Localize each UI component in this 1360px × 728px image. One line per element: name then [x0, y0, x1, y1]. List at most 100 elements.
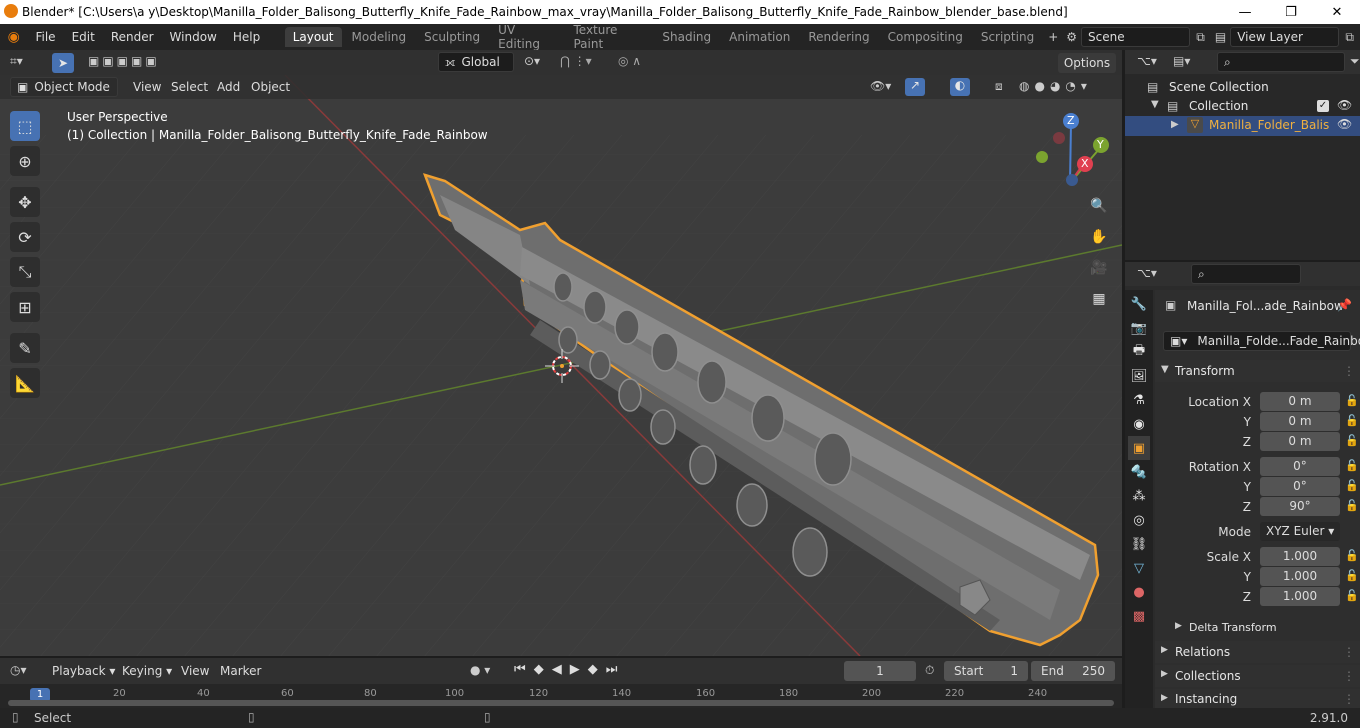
- scale-y-field[interactable]: 1.000: [1260, 567, 1340, 586]
- filter-icon[interactable]: ⏷: [1350, 54, 1360, 69]
- playback-dropdown[interactable]: Playback ▾: [46, 664, 121, 678]
- timeline-ruler[interactable]: 1 20 40 60 80 100 120 140 160 180 200 22…: [0, 684, 1122, 708]
- timeline-view-menu[interactable]: View: [175, 664, 215, 678]
- timeline-editor-icon[interactable]: ◷▾: [10, 663, 27, 677]
- rotate-tool-icon[interactable]: ⟳: [10, 222, 40, 252]
- options-dropdown[interactable]: Options: [1058, 53, 1116, 73]
- menu-file[interactable]: File: [27, 30, 63, 44]
- modifier-tab-icon[interactable]: 🔩: [1128, 460, 1150, 484]
- lock-icon[interactable]: 🔓: [1345, 499, 1359, 512]
- properties-search-input[interactable]: ⌕: [1191, 264, 1301, 284]
- lock-icon[interactable]: 🔓: [1345, 459, 1359, 472]
- constraints-tab-icon[interactable]: ⛓: [1128, 532, 1150, 556]
- pan-hand-icon[interactable]: ✋: [1086, 224, 1112, 250]
- delta-transform-subpanel[interactable]: ▶ Delta Transform: [1155, 618, 1360, 638]
- menu-object[interactable]: Object: [245, 80, 296, 94]
- current-frame-field[interactable]: 1: [844, 661, 916, 681]
- playback-controls-icons[interactable]: ⏮◆◀▶◆⏭: [514, 662, 625, 677]
- location-z-field[interactable]: 0 m: [1260, 432, 1340, 451]
- scene-icon[interactable]: ⚙: [1062, 30, 1081, 44]
- drag-handle-icon[interactable]: ⋮⋮: [1343, 669, 1360, 683]
- lock-icon[interactable]: 🔓: [1345, 479, 1359, 492]
- instancing-panel[interactable]: ▶ Instancing ⋮⋮: [1155, 689, 1360, 708]
- physics-tab-icon[interactable]: ◎: [1128, 508, 1150, 532]
- lock-icon[interactable]: 🔓: [1345, 394, 1359, 407]
- outliner-row-collection[interactable]: ▼ ▤ Collection ✓ 👁: [1125, 97, 1360, 117]
- expand-arrow-icon[interactable]: ▼: [1151, 99, 1159, 110]
- object-tab-icon[interactable]: ▣: [1128, 436, 1150, 460]
- output-tab-icon[interactable]: 🖶: [1128, 340, 1150, 364]
- new-scene-icon[interactable]: ⧉: [1190, 30, 1211, 45]
- scale-x-field[interactable]: 1.000: [1260, 547, 1340, 566]
- visibility-icon[interactable]: 👁▾: [870, 79, 891, 93]
- outliner-search-input[interactable]: ⌕: [1217, 52, 1345, 72]
- tab-compositing[interactable]: Compositing: [880, 27, 971, 47]
- blender-menu-icon[interactable]: ◉: [0, 29, 27, 45]
- transform-orientation-dropdown[interactable]: ⟗ Global: [438, 52, 514, 72]
- tool-tab-icon[interactable]: 🔧: [1128, 292, 1150, 316]
- outliner-row-scene-collection[interactable]: ▤ Scene Collection: [1125, 78, 1360, 98]
- add-workspace-icon[interactable]: +: [1044, 30, 1062, 44]
- drag-handle-icon[interactable]: ⋮⋮: [1343, 645, 1360, 659]
- outliner-editor-icon[interactable]: ⌥▾: [1137, 54, 1157, 68]
- location-y-field[interactable]: 0 m: [1260, 412, 1340, 431]
- marker-menu[interactable]: Marker: [214, 664, 267, 678]
- record-icon[interactable]: ● ▾: [470, 663, 490, 677]
- scale-z-field[interactable]: 1.000: [1260, 587, 1340, 606]
- world-tab-icon[interactable]: ◉: [1128, 412, 1150, 436]
- view-layer-icon[interactable]: ▤: [1211, 30, 1230, 44]
- gizmo-toggle-icon[interactable]: ↗: [905, 78, 925, 96]
- view-layer-field[interactable]: View Layer: [1230, 27, 1340, 47]
- render-tab-icon[interactable]: 📷: [1128, 316, 1150, 340]
- object-name-field[interactable]: ▣▾ Manilla_Folde...Fade_Rainbow: [1163, 331, 1360, 351]
- move-tool-icon[interactable]: ✥: [10, 187, 40, 217]
- tab-uv-editing[interactable]: UV Editing: [490, 20, 563, 54]
- 3d-viewport[interactable]: Z Y X ▣ Object Mode View Select Add Obje…: [0, 75, 1122, 656]
- measure-tool-icon[interactable]: 📐: [10, 368, 40, 398]
- relations-panel[interactable]: ▶ Relations ⋮⋮: [1155, 641, 1360, 663]
- camera-icon[interactable]: 🎥: [1086, 255, 1112, 281]
- scene-tab-icon[interactable]: ⚗: [1128, 388, 1150, 412]
- tab-scripting[interactable]: Scripting: [973, 27, 1042, 47]
- viewport-scene[interactable]: [0, 75, 1122, 656]
- lock-icon[interactable]: 🔓: [1345, 434, 1359, 447]
- particles-tab-icon[interactable]: ⁂: [1128, 484, 1150, 508]
- rotation-z-field[interactable]: 90°: [1260, 497, 1340, 516]
- minimize-icon[interactable]: —: [1222, 0, 1268, 24]
- cursor-tool-icon[interactable]: ⊕: [10, 146, 40, 176]
- menu-add[interactable]: Add: [211, 80, 246, 94]
- transform-panel-header[interactable]: ▼ Transform ⋮⋮: [1155, 360, 1360, 382]
- tab-texture-paint[interactable]: Texture Paint: [565, 20, 652, 54]
- lock-icon[interactable]: 🔓: [1345, 589, 1359, 602]
- overlay-toggle-icon[interactable]: ◐: [950, 78, 970, 96]
- timeline-scrollbar[interactable]: [8, 700, 1114, 706]
- new-view-layer-icon[interactable]: ⧉: [1339, 30, 1360, 45]
- data-tab-icon[interactable]: ▽: [1128, 556, 1150, 580]
- tab-animation[interactable]: Animation: [721, 27, 798, 47]
- lock-icon[interactable]: 🔓: [1345, 549, 1359, 562]
- location-x-field[interactable]: 0 m: [1260, 392, 1340, 411]
- start-frame-field[interactable]: Start 1: [944, 661, 1028, 681]
- view-layer-tab-icon[interactable]: 🖼: [1128, 364, 1150, 388]
- shading-mode-icons[interactable]: ◍●◕◔▾: [1019, 79, 1092, 93]
- outliner-row-object[interactable]: ▶ ▽ Manilla_Folder_Balis 👁: [1125, 116, 1360, 136]
- menu-view[interactable]: View: [127, 80, 167, 94]
- xray-icon[interactable]: ⧈: [995, 79, 1003, 94]
- stopwatch-icon[interactable]: ⏱: [925, 663, 934, 678]
- select-box-tool-icon[interactable]: ➤: [52, 53, 74, 73]
- tab-layout[interactable]: Layout: [284, 27, 342, 47]
- mode-dropdown[interactable]: ▣ Object Mode: [10, 77, 118, 97]
- rotation-y-field[interactable]: 0°: [1260, 477, 1340, 496]
- expand-arrow-icon[interactable]: ▶: [1171, 119, 1179, 130]
- menu-edit[interactable]: Edit: [64, 30, 103, 44]
- tab-sculpting[interactable]: Sculpting: [416, 27, 488, 47]
- transform-tool-icon[interactable]: ⊞: [10, 292, 40, 322]
- tab-modeling[interactable]: Modeling: [344, 27, 415, 47]
- end-frame-field[interactable]: End 250: [1031, 661, 1115, 681]
- zoom-icon[interactable]: 🔍: [1086, 193, 1112, 219]
- keying-dropdown[interactable]: Keying ▾: [116, 664, 178, 678]
- texture-tab-icon[interactable]: ▩: [1128, 604, 1150, 628]
- drag-handle-icon[interactable]: ⋮⋮: [1343, 692, 1360, 706]
- close-icon[interactable]: ✕: [1314, 0, 1360, 24]
- eye-icon[interactable]: 👁: [1337, 117, 1352, 131]
